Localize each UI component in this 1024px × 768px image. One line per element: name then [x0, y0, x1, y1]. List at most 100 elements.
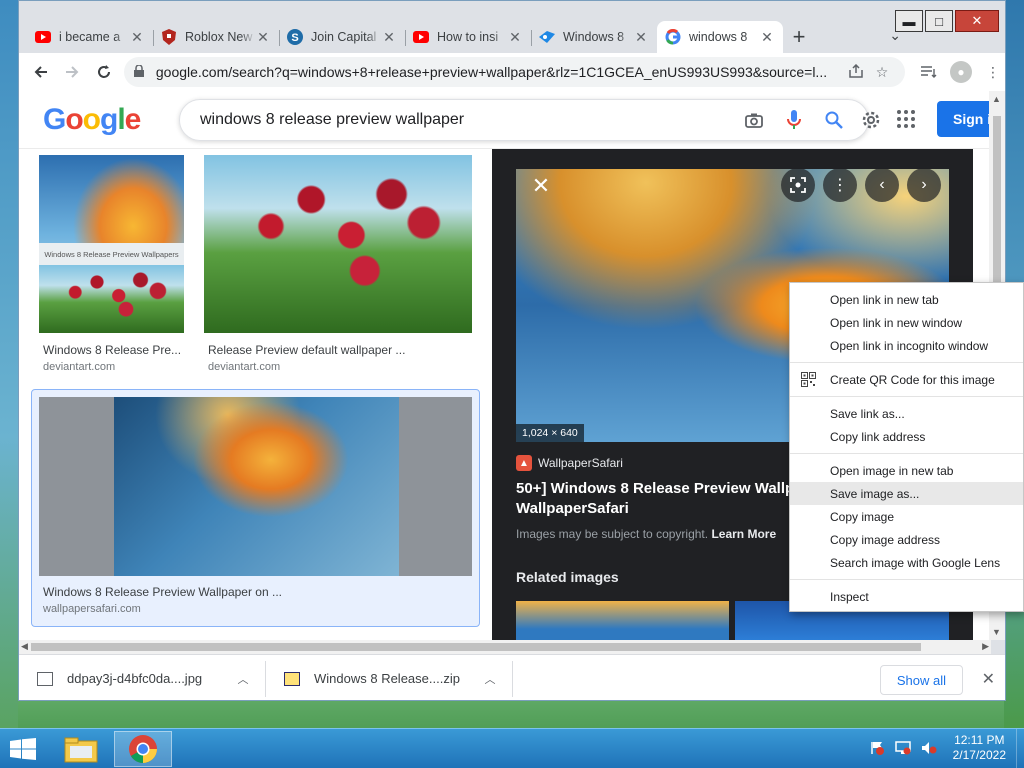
settings-gear-icon[interactable]: [859, 108, 883, 132]
menu-copy-image[interactable]: Copy image: [790, 505, 1023, 528]
tab-3[interactable]: S Join Capital ✕: [279, 21, 405, 53]
chevron-down-icon[interactable]: ⌄: [889, 27, 901, 44]
tab-title: Windows 8: [563, 30, 625, 44]
tab-5[interactable]: Windows 8 ✕: [531, 21, 657, 53]
share-icon[interactable]: [843, 63, 869, 81]
scroll-right-icon[interactable]: ▶: [982, 641, 989, 652]
search-query[interactable]: windows 8 release preview wallpaper: [200, 111, 734, 129]
network-icon[interactable]: [894, 740, 911, 756]
close-window-button[interactable]: ✕: [955, 10, 999, 32]
menu-inspect[interactable]: Inspect: [790, 585, 1023, 608]
zip-file-icon: [284, 671, 300, 686]
preview-site[interactable]: ▲ WallpaperSafari: [516, 455, 623, 471]
scroll-up-icon[interactable]: ▲: [992, 94, 1001, 104]
result-image-2[interactable]: [204, 155, 472, 333]
bookmark-star-icon[interactable]: ☆: [869, 64, 895, 81]
qr-code-icon: [801, 372, 816, 387]
download-shelf: ddpay3j-d4bfc0da....jpg ︿ Windows 8 Rele…: [19, 654, 1005, 700]
clock[interactable]: 12:11 PM 2/17/2022: [953, 733, 1006, 763]
address-bar[interactable]: google.com/search?q=windows+8+release+pr…: [123, 57, 905, 87]
next-image-icon[interactable]: ›: [907, 168, 941, 202]
menu-copy-image-address[interactable]: Copy image address: [790, 528, 1023, 551]
chevron-up-icon[interactable]: ︿: [233, 671, 253, 687]
camera-icon[interactable]: [734, 112, 774, 128]
menu-open-link-new-tab[interactable]: Open link in new tab: [790, 288, 1023, 311]
wallpapersafari-favicon-icon: ▲: [516, 455, 532, 471]
microphone-icon[interactable]: [774, 110, 814, 130]
previous-image-icon[interactable]: ‹: [865, 168, 899, 202]
google-apps-icon[interactable]: [895, 108, 917, 130]
menu-save-link-as[interactable]: Save link as...: [790, 402, 1023, 425]
horizontal-scroll-thumb[interactable]: [31, 643, 921, 651]
result-source-3[interactable]: wallpapersafari.com: [43, 603, 141, 615]
browser-toolbar: google.com/search?q=windows+8+release+pr…: [19, 53, 1005, 91]
result-caption-2[interactable]: Release Preview default wallpaper ...: [208, 343, 405, 357]
url-text[interactable]: google.com/search?q=windows+8+release+pr…: [156, 64, 843, 80]
close-icon[interactable]: ✕: [129, 29, 145, 46]
related-images-heading: Related images: [516, 569, 619, 585]
tab-1[interactable]: i became a ✕: [27, 21, 153, 53]
tab-4[interactable]: How to insi ✕: [405, 21, 531, 53]
start-button[interactable]: [6, 735, 40, 763]
tab-2[interactable]: Roblox New ✕: [153, 21, 279, 53]
volume-muted-icon[interactable]: [921, 740, 937, 756]
horizontal-scrollbar[interactable]: ◀ ▶: [19, 640, 991, 654]
google-doodle-logo[interactable]: Google: [43, 103, 141, 137]
maximize-button[interactable]: □: [925, 10, 953, 32]
lock-icon[interactable]: [133, 63, 146, 80]
profile-button[interactable]: ●: [949, 60, 973, 84]
result-caption-3[interactable]: Windows 8 Release Preview Wallpaper on .…: [43, 585, 282, 599]
chrome-taskbar-button[interactable]: [114, 731, 172, 767]
more-options-icon[interactable]: ⋮: [823, 168, 857, 202]
back-button[interactable]: [25, 56, 57, 88]
action-center-flag-icon[interactable]: [869, 740, 885, 756]
menu-save-image-as[interactable]: Save image as...: [790, 482, 1023, 505]
menu-create-qr-code[interactable]: Create QR Code for this image: [790, 368, 1023, 391]
tab-title: windows 8: [689, 30, 748, 44]
sign-in-button[interactable]: Sign i: [937, 101, 991, 137]
close-icon[interactable]: ✕: [507, 29, 523, 46]
related-image-1[interactable]: [516, 601, 729, 640]
result-source-1[interactable]: deviantart.com: [43, 361, 115, 373]
search-box[interactable]: windows 8 release preview wallpaper: [179, 99, 869, 141]
chevron-up-icon[interactable]: ︿: [480, 671, 500, 687]
close-icon[interactable]: ✕: [982, 669, 995, 689]
show-all-button[interactable]: Show all: [879, 665, 963, 695]
new-tab-button[interactable]: +: [783, 21, 815, 53]
file-explorer-taskbar-button[interactable]: [52, 731, 110, 767]
reading-list-icon[interactable]: [917, 60, 941, 84]
logo-letter: o: [65, 103, 83, 136]
result-image-1[interactable]: Windows 8 Release Preview Wallpapers: [39, 155, 184, 333]
download-item-2[interactable]: Windows 8 Release....zip ︿: [266, 660, 513, 697]
close-preview-icon[interactable]: ✕: [524, 169, 558, 203]
menu-open-image-new-tab[interactable]: Open image in new tab: [790, 459, 1023, 482]
tab-title: Roblox New: [185, 30, 253, 44]
kebab-menu-icon[interactable]: ⋮: [981, 60, 1005, 84]
close-icon[interactable]: ✕: [633, 29, 649, 46]
menu-search-google-lens[interactable]: Search image with Google Lens: [790, 551, 1023, 574]
download-item-1[interactable]: ddpay3j-d4bfc0da....jpg ︿: [19, 660, 266, 697]
learn-more-link[interactable]: Learn More: [711, 527, 776, 541]
reload-button[interactable]: [88, 56, 120, 88]
result-image-1-banner: Windows 8 Release Preview Wallpapers: [39, 243, 184, 265]
search-icon[interactable]: [814, 111, 854, 129]
logo-letter: o: [82, 103, 101, 136]
scroll-left-icon[interactable]: ◀: [21, 641, 28, 652]
scroll-down-icon[interactable]: ▼: [992, 627, 1001, 637]
forward-button[interactable]: [57, 56, 89, 88]
menu-open-link-new-window[interactable]: Open link in new window: [790, 311, 1023, 334]
result-source-2[interactable]: deviantart.com: [208, 361, 280, 373]
preview-site-name: WallpaperSafari: [538, 456, 623, 470]
close-icon[interactable]: ✕: [381, 29, 397, 46]
close-icon[interactable]: ✕: [255, 29, 271, 46]
result-caption-1[interactable]: Windows 8 Release Pre...: [43, 343, 181, 357]
close-icon[interactable]: ✕: [759, 29, 775, 46]
menu-copy-link-address[interactable]: Copy link address: [790, 425, 1023, 448]
avatar-icon: ●: [949, 61, 972, 83]
result-image-3[interactable]: [39, 397, 472, 576]
google-lens-icon[interactable]: [781, 168, 815, 202]
menu-open-link-incognito[interactable]: Open link in incognito window: [790, 334, 1023, 357]
arrow-right-icon: [66, 66, 79, 78]
tab-6-active[interactable]: windows 8 ✕: [657, 21, 783, 53]
show-desktop-button[interactable]: [1016, 729, 1024, 768]
